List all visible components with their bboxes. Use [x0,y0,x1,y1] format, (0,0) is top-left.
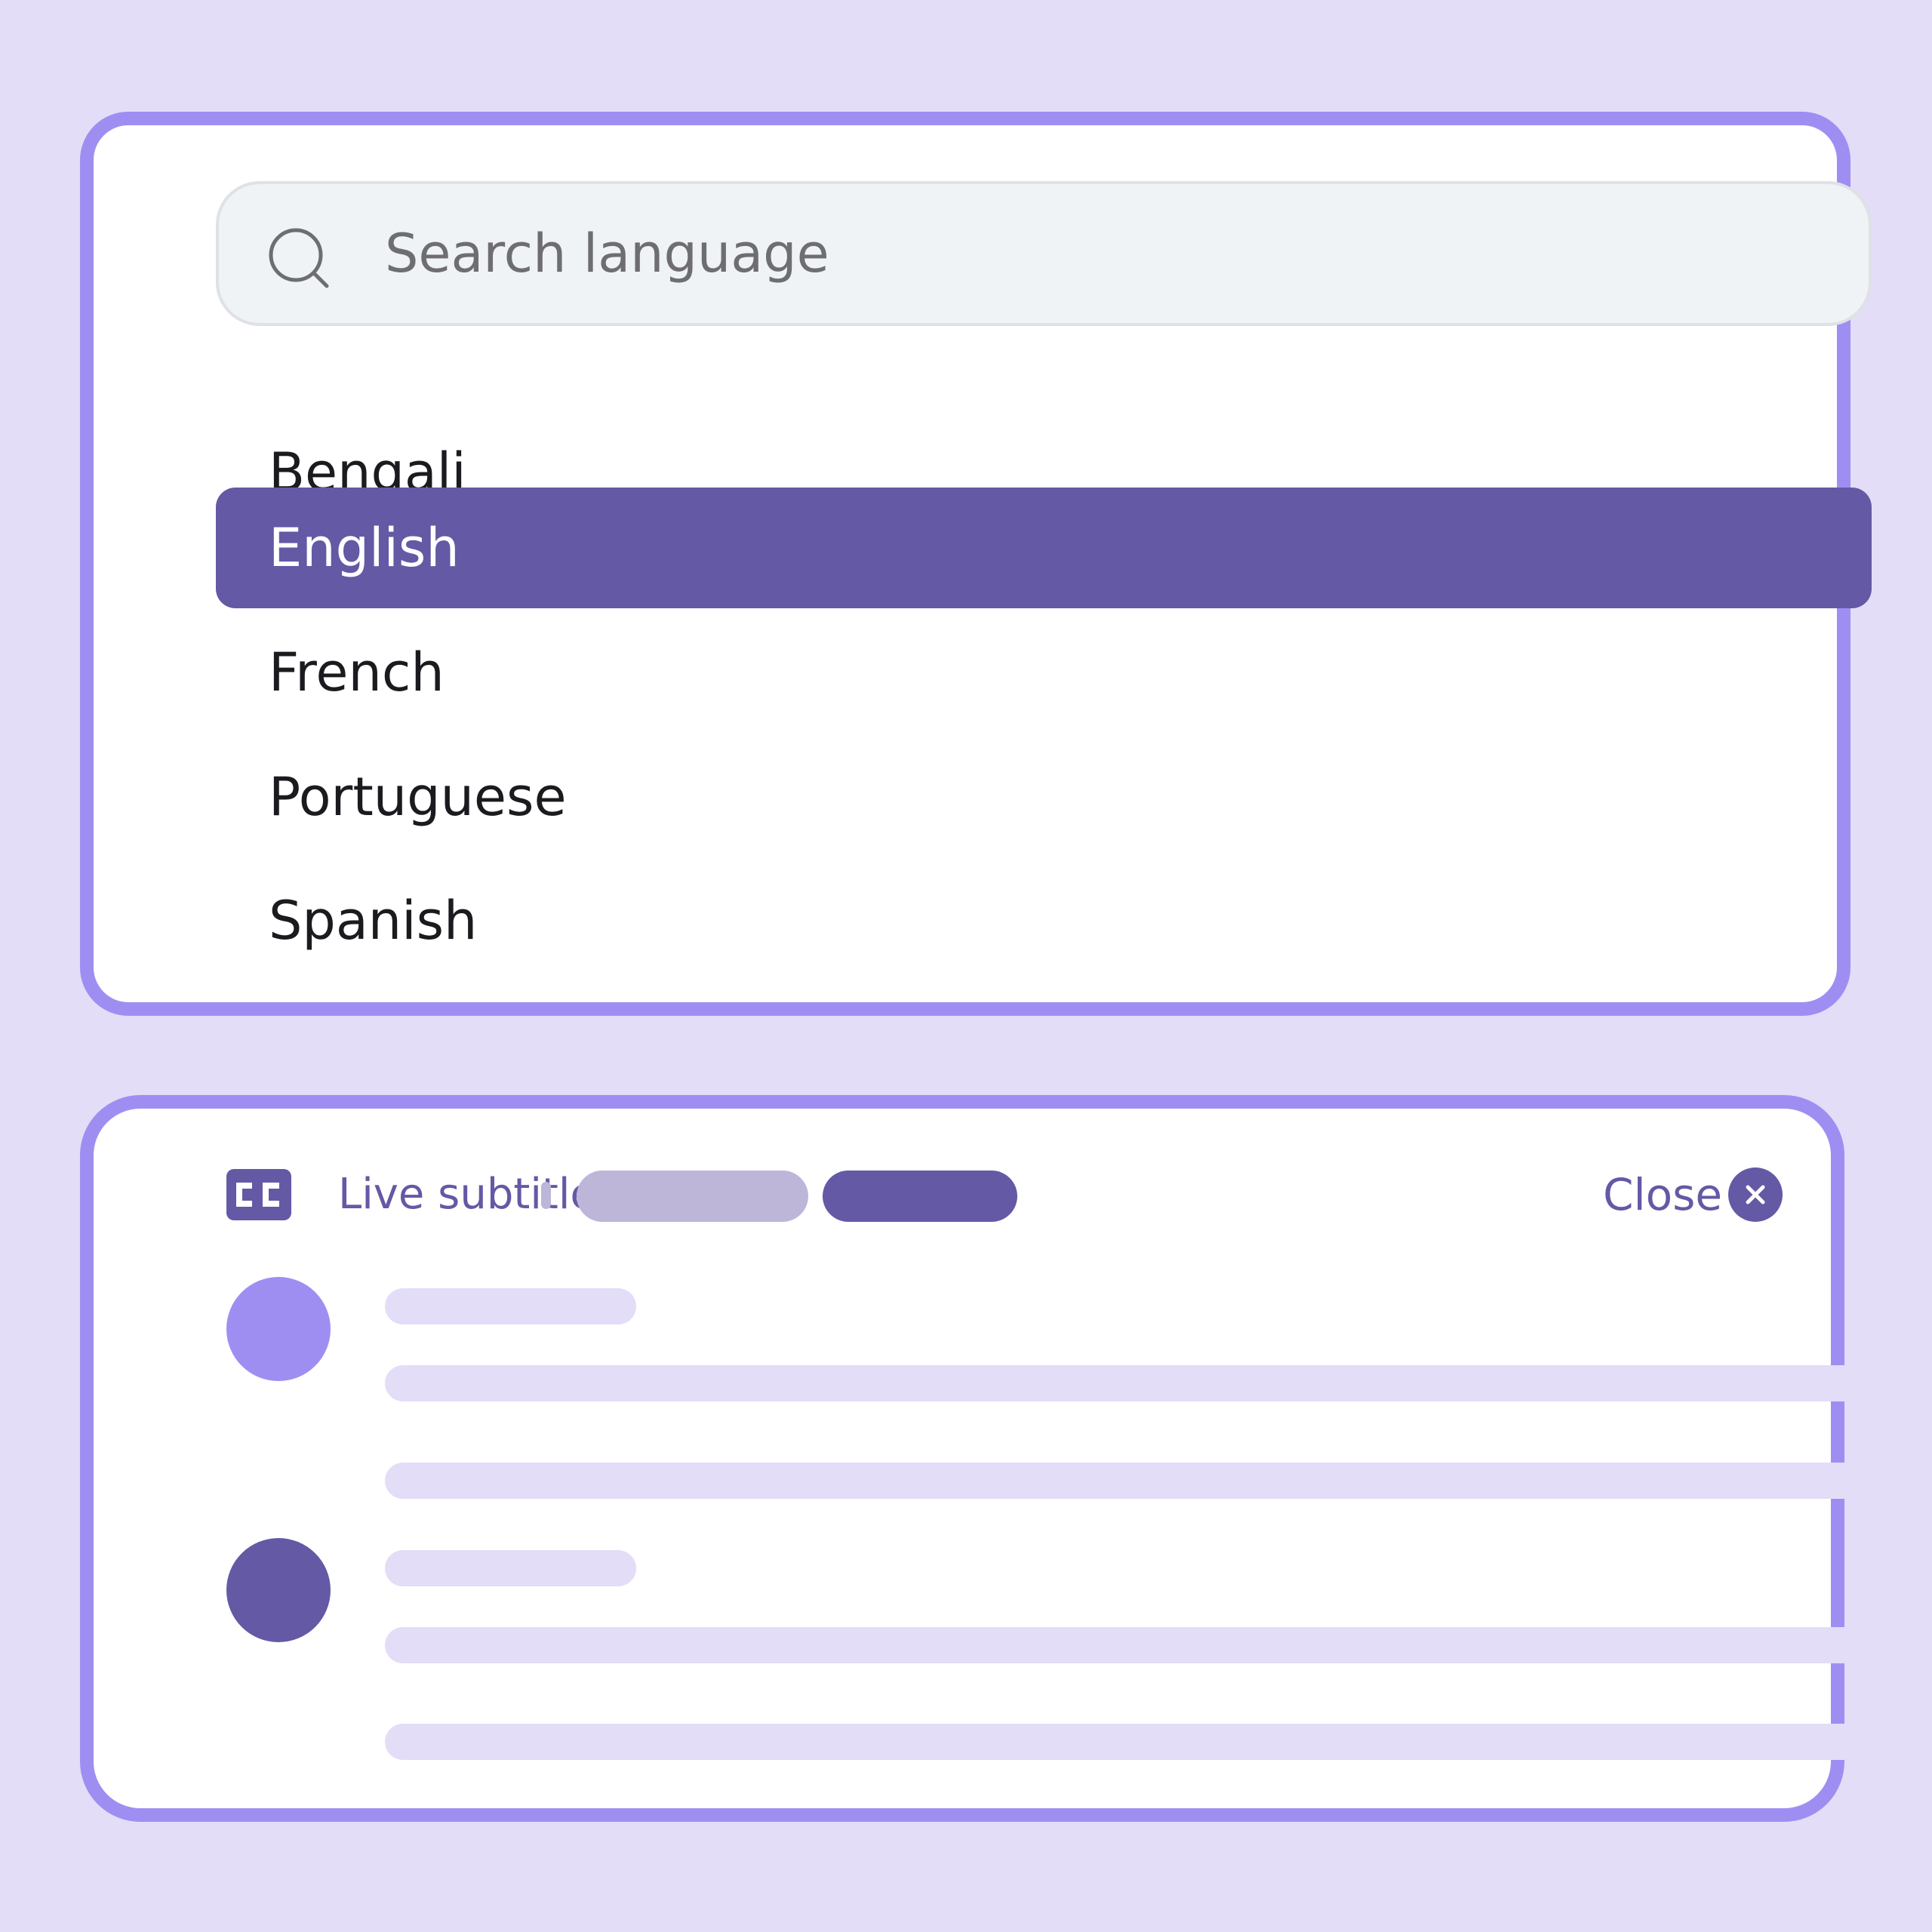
subtitle-line-placeholder [385,1463,1867,1499]
close-button-label[interactable]: Close [1603,1164,1722,1225]
close-icon [1746,1185,1765,1204]
subtitle-line-placeholder [385,1724,1867,1760]
subtitle-line-placeholder [385,1627,1867,1663]
speaker-name-placeholder [385,1288,636,1324]
subtitle-line-placeholder [385,1365,1867,1401]
language-picker-panel: Search language Bengali English French P… [80,112,1872,1016]
title-divider [541,1182,551,1209]
panel-title: Live subtitle [338,1170,596,1219]
close-button[interactable] [1728,1168,1783,1222]
language-option-spanish[interactable]: Spanish [216,860,1872,981]
language-option-portuguese[interactable]: Portuguese [216,737,1872,857]
avatar [226,1277,331,1381]
speaker-name-placeholder [385,1550,636,1586]
status-pill-placeholder [577,1171,808,1222]
language-option-english[interactable]: English [216,488,1872,608]
language-option-french[interactable]: French [216,612,1872,733]
avatar [226,1538,331,1642]
live-subtitle-panel: Live subtitle Close [80,1095,1867,1822]
status-pill-placeholder-active [823,1171,1017,1222]
language-list: Bengali English French Portuguese Spanis… [94,125,1872,1002]
closed-captions-icon [226,1169,291,1220]
